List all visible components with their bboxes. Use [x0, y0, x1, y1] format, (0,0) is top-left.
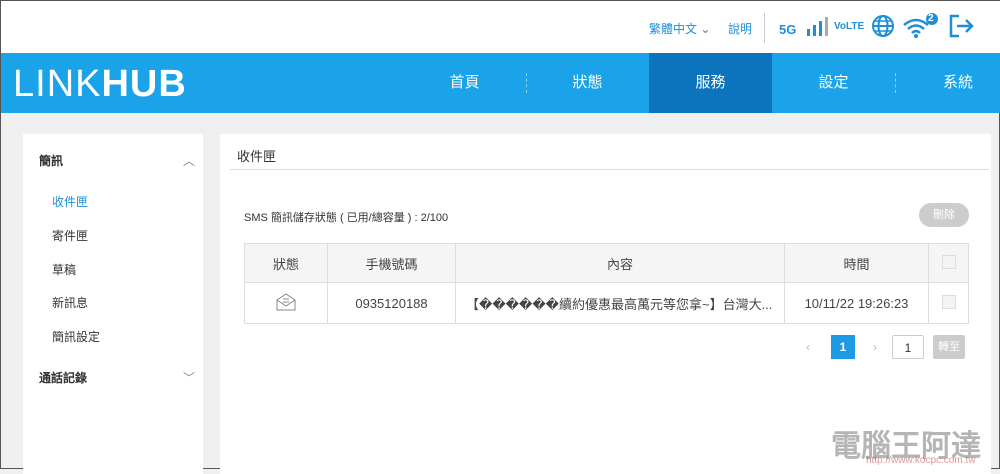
nav-services[interactable]: 服務	[649, 53, 772, 113]
nav-status[interactable]: 狀態	[526, 53, 649, 113]
current-page[interactable]: 1	[831, 335, 855, 359]
globe-icon	[871, 14, 895, 43]
delete-button[interactable]: 刪除	[919, 203, 969, 227]
watermark-url: http://www.kocpc.com.tw	[866, 455, 976, 466]
sidebar: 簡訊 ︿ 收件匣 寄件匣 草稿 新訊息 簡訊設定 通話記錄 ﹀	[23, 134, 203, 474]
top-bar: 繁體中文 ⌄ 說明 5G VoLTE 2	[1, 1, 1000, 53]
message-time: 10/11/22 19:26:23	[784, 282, 929, 324]
page-title: 收件匣	[237, 149, 277, 164]
col-time: 時間	[784, 243, 929, 283]
sidebar-item-sms-settings[interactable]: 簡訊設定	[52, 328, 100, 345]
page-goto-input[interactable]: 1	[892, 335, 924, 359]
help-link[interactable]: 說明	[728, 20, 752, 37]
nav-home[interactable]: 首頁	[403, 53, 526, 113]
sidebar-item-drafts[interactable]: 草稿	[52, 261, 76, 278]
wifi-icon[interactable]: 2	[902, 13, 940, 44]
chevron-up-icon: ︿	[182, 154, 195, 168]
col-phone: 手機號碼	[327, 243, 456, 283]
phone-number: 0935120188	[327, 282, 456, 324]
main-header: LINKHUB 首頁 狀態 服務 設定 系統	[1, 53, 1000, 113]
prev-page-button[interactable]: ‹	[796, 335, 820, 359]
message-table: 狀態 手機號碼 內容 時間 0935120188 【������續約優惠最高萬元…	[244, 243, 969, 324]
table-row[interactable]: 0935120188 【������續約優惠最高萬元等您拿~】台灣大... 10…	[244, 282, 969, 324]
nav-system[interactable]: 系統	[895, 53, 1000, 113]
select-all-checkbox[interactable]	[928, 243, 969, 283]
message-content[interactable]: 【������續約優惠最高萬元等您拿~】台灣大...	[455, 282, 785, 324]
read-envelope-icon	[244, 282, 328, 324]
divider	[230, 169, 989, 170]
sidebar-group-sms[interactable]: 簡訊 ︿	[39, 152, 195, 169]
volte-icon: VoLTE	[834, 21, 865, 32]
storage-status: SMS 簡訊儲存狀態 ( 已用/總容量 ) : 2/100	[244, 212, 449, 224]
logout-icon[interactable]	[949, 14, 975, 43]
next-page-button[interactable]: ›	[863, 335, 887, 359]
chevron-down-icon: ﹀	[182, 371, 195, 385]
goto-button[interactable]: 轉至	[933, 335, 965, 359]
col-content: 內容	[455, 243, 785, 283]
divider	[764, 13, 765, 43]
sidebar-item-sent[interactable]: 寄件匣	[52, 227, 88, 244]
language-selector[interactable]: 繁體中文 ⌄	[649, 20, 710, 37]
sidebar-item-new-message[interactable]: 新訊息	[52, 294, 88, 311]
language-label: 繁體中文	[649, 22, 698, 36]
row-checkbox[interactable]	[928, 282, 969, 324]
col-status: 狀態	[244, 243, 328, 283]
sidebar-item-inbox[interactable]: 收件匣	[52, 193, 88, 210]
wifi-client-count: 2	[928, 13, 934, 24]
5g-icon: 5G	[779, 22, 797, 37]
sidebar-group-call-log[interactable]: 通話記錄 ﹀	[39, 369, 195, 386]
signal-icon	[806, 15, 830, 42]
logo: LINKHUB	[13, 63, 187, 105]
nav-settings[interactable]: 設定	[772, 53, 895, 113]
